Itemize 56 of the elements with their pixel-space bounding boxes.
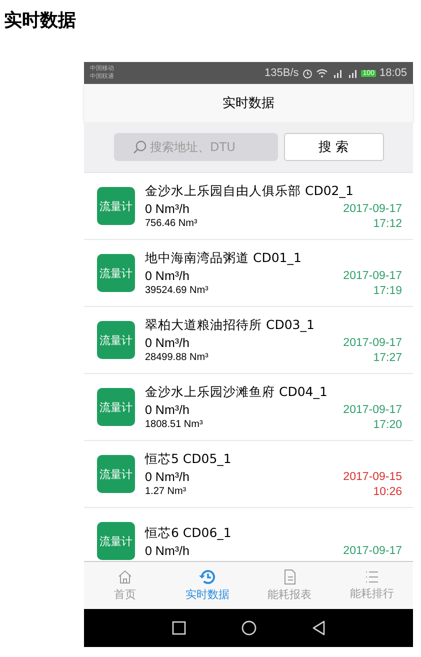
document-icon [282,569,297,585]
meter-badge: 流量计 [97,455,135,493]
flow-rate: 0 Nm³/h [145,470,190,484]
device-name: 恒芯6 CD06_1 [145,524,232,542]
total-volume: 39524.69 Nm³ [145,285,208,296]
screen-title: 实时数据 [222,95,274,112]
total-volume: 1808.51 Nm³ [145,419,203,430]
search-button[interactable]: 搜 索 [284,133,384,161]
update-date: 2017-09-17 [343,270,402,282]
list-icon [364,570,379,584]
update-date: 2017-09-15 [343,470,402,482]
list-item[interactable]: 流量计 翠柏大道粮油招待所 CD03_1 0 Nm³/h 2017-09-17 28499.88 Nm³ 17:27 [84,307,413,374]
device-name: 翠柏大道粮油招待所 CD03_1 [145,316,316,334]
update-time: 17:19 [373,284,402,296]
device-name: 金沙水上乐园自由人俱乐部 CD02_1 [145,182,354,200]
meter-badge: 流量计 [97,254,135,292]
update-date: 2017-09-17 [343,404,402,416]
alarm-icon [302,68,313,78]
list-item[interactable]: 流量计 恒芯5 CD05_1 0 Nm³/h 2017-09-15 1.27 Nm³ 10:26 [84,441,413,508]
network-speed: 135B/s [264,67,299,79]
update-date: 2017-09-17 [343,202,402,214]
flow-rate: 0 Nm³/h [145,336,190,350]
meter-badge: 流量计 [97,321,135,359]
search-icon [133,140,147,154]
home-button-icon[interactable] [240,620,256,636]
total-volume: 1.27 Nm³ [145,486,186,497]
search-field[interactable]: 搜索地址、DTU [114,133,278,161]
list-item[interactable]: 流量计 地中海南湾品粥道 CD01_1 0 Nm³/h 2017-09-17 39524.69 Nm³ 17:19 [84,240,413,307]
update-time: 17:12 [373,218,402,230]
meter-badge: 流量计 [97,187,135,225]
clock: 18:05 [379,67,407,79]
meter-badge: 流量计 [97,522,135,560]
history-icon [198,569,216,585]
meter-badge: 流量计 [97,388,135,426]
wifi-icon [316,68,328,78]
flow-rate: 0 Nm³/h [145,202,190,216]
home-icon [117,569,134,585]
update-date: 2017-09-17 [343,544,402,556]
device-name: 地中海南湾品粥道 CD01_1 [145,250,302,266]
total-volume: 28499.88 Nm³ [145,352,208,363]
update-time: 17:27 [373,352,402,364]
search-input[interactable]: 搜索地址、DTU [150,140,258,154]
list-item[interactable]: 流量计 金沙水上乐园沙滩鱼府 CD04_1 0 Nm³/h 2017-09-17 1808.51 Nm³ 17:20 [84,374,413,441]
update-date: 2017-09-17 [343,336,402,348]
page-title: 实时数据 [4,9,77,33]
device-name: 金沙水上乐园沙滩鱼府 CD04_1 [145,384,328,400]
recent-apps-icon[interactable] [172,621,186,635]
update-time: 17:20 [373,418,402,430]
flow-rate: 0 Nm³/h [145,402,190,416]
total-volume: 756.46 Nm³ [145,218,198,229]
flow-rate: 0 Nm³/h [145,268,190,282]
list-item[interactable]: 流量计 金沙水上乐园自由人俱乐部 CD02_1 0 Nm³/h 2017-09-17 756.46 Nm³ 17:12 [84,173,413,240]
update-time: 10:26 [373,486,402,498]
flow-rate: 0 Nm³/h [145,544,190,558]
back-icon[interactable] [312,620,326,636]
device-name: 恒芯5 CD05_1 [145,450,232,468]
